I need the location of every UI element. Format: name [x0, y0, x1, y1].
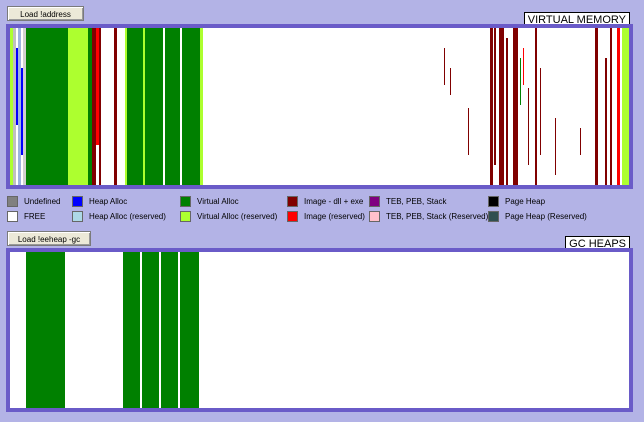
memory-region: [506, 38, 508, 185]
legend-item-page-heap-reserved: Page Heap (Reserved): [488, 210, 587, 222]
memory-region: [182, 28, 200, 185]
memory-region: [580, 128, 581, 155]
memory-region: [610, 28, 612, 185]
legend-label: Virtual Alloc (reserved): [197, 211, 278, 221]
memory-region: [450, 68, 451, 95]
load-eeheap-gc-button[interactable]: Load !eeheap -gc: [7, 231, 91, 246]
legend-label: Virtual Alloc: [197, 196, 239, 206]
virtual-memory-map: [10, 28, 629, 185]
legend-item-image: Image - dll + exe: [287, 195, 363, 207]
virtual-memory-panel: [6, 24, 633, 189]
legend-item-virtual-alloc: Virtual Alloc: [180, 195, 239, 207]
memory-region: [490, 28, 493, 185]
legend-label: Page Heap: [505, 196, 546, 206]
legend-swatch: [180, 195, 191, 207]
legend-swatch: [7, 195, 18, 207]
memory-region: [494, 28, 496, 165]
legend-swatch: [369, 195, 380, 207]
legend-label: Image - dll + exe: [304, 196, 364, 206]
legend: Undefined Heap Alloc Virtual Alloc Image…: [0, 193, 644, 227]
legend-swatch: [72, 210, 83, 222]
memory-region: [180, 252, 199, 408]
legend-item-free: FREE: [7, 210, 45, 222]
memory-region: [123, 252, 140, 408]
memory-region: [523, 48, 524, 85]
memory-region: [622, 28, 629, 185]
load-address-button[interactable]: Load !address: [7, 6, 84, 21]
memory-region: [617, 28, 620, 185]
legend-item-heap-alloc-reserved: Heap Alloc (reserved): [72, 210, 166, 222]
memory-region: [468, 108, 469, 155]
memory-region: [200, 28, 203, 185]
legend-item-teb-peb-stack: TEB, PEB, Stack: [369, 195, 446, 207]
memory-region: [520, 58, 521, 105]
memory-region: [145, 28, 163, 185]
legend-swatch: [287, 210, 298, 222]
legend-item-virtual-alloc-reserved: Virtual Alloc (reserved): [180, 210, 277, 222]
memory-region: [142, 252, 159, 408]
legend-item-heap-alloc: Heap Alloc: [72, 195, 127, 207]
legend-item-undefined: Undefined: [7, 195, 60, 207]
legend-item-image-reserved: Image (reserved): [287, 210, 365, 222]
legend-label: TEB, PEB, Stack: [386, 196, 447, 206]
memory-region: [595, 28, 598, 185]
legend-label: Undefined: [24, 196, 61, 206]
legend-label: Image (reserved): [304, 211, 365, 221]
memory-region: [555, 118, 556, 175]
legend-swatch: [369, 210, 380, 222]
memory-region: [99, 28, 101, 185]
memory-region: [68, 28, 88, 185]
legend-label: FREE: [24, 211, 46, 221]
memory-region: [535, 28, 537, 185]
memory-region: [528, 88, 529, 165]
legend-swatch: [488, 210, 499, 222]
legend-swatch: [72, 195, 83, 207]
memory-region: [165, 28, 180, 185]
legend-swatch: [180, 210, 191, 222]
legend-label: Page Heap (Reserved): [505, 211, 587, 221]
memory-region: [161, 252, 178, 408]
memory-region: [540, 68, 541, 155]
legend-swatch: [287, 195, 298, 207]
legend-item-teb-peb-stack-reserved: TEB, PEB, Stack (Reserved): [369, 210, 488, 222]
memory-region: [114, 28, 117, 185]
memory-region: [127, 28, 143, 185]
memory-region: [605, 58, 607, 185]
legend-label: Heap Alloc (reserved): [89, 211, 166, 221]
memory-region: [444, 48, 445, 85]
legend-label: TEB, PEB, Stack (Reserved): [386, 211, 489, 221]
legend-item-page-heap: Page Heap: [488, 195, 545, 207]
memory-region: [513, 28, 518, 185]
legend-swatch: [7, 210, 18, 222]
memory-region: [28, 28, 68, 185]
memory-region: [499, 28, 504, 185]
legend-label: Heap Alloc: [89, 196, 128, 206]
memory-region: [26, 252, 65, 408]
gc-heaps-panel: [6, 248, 633, 412]
gc-heaps-map: [10, 252, 629, 408]
legend-swatch: [488, 195, 499, 207]
